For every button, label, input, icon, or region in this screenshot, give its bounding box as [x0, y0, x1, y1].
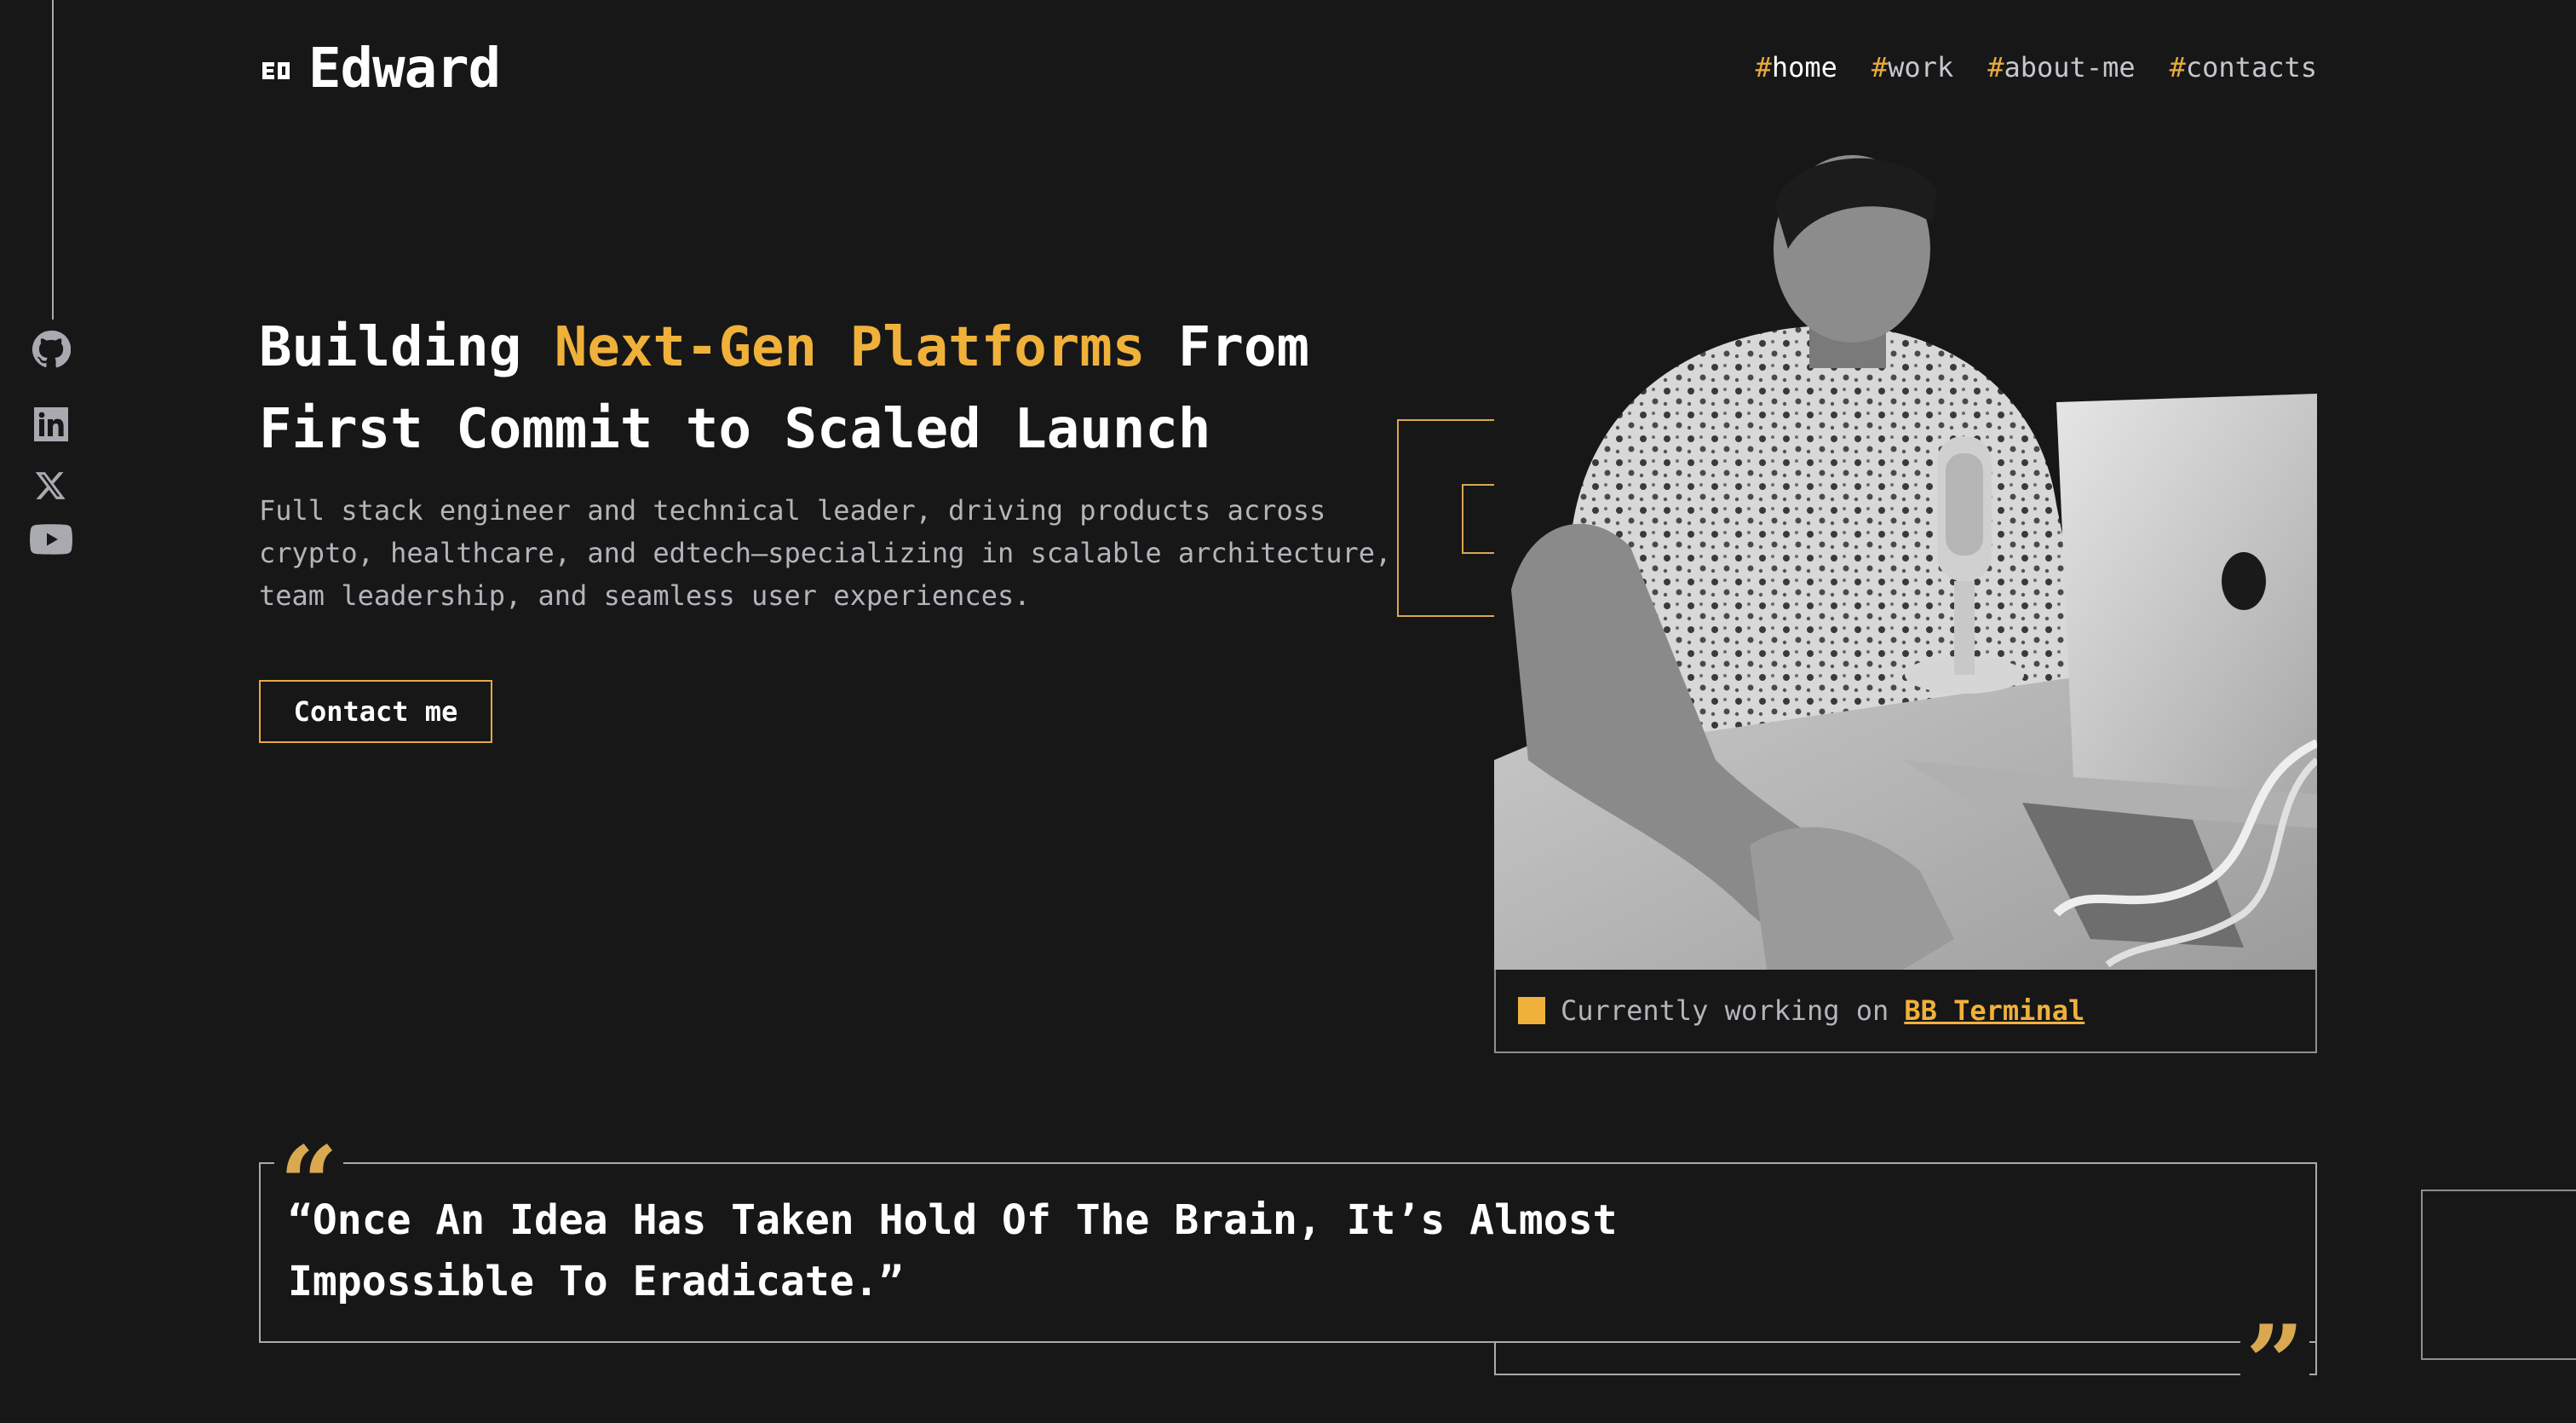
bb-terminal-link[interactable]: BB Terminal — [1904, 994, 2084, 1027]
profile-photo-image — [1494, 147, 2317, 970]
x-link[interactable] — [29, 465, 73, 506]
x-icon — [35, 472, 66, 499]
quote-text: “Once An Idea Has Taken Hold Of The Brai… — [288, 1196, 1618, 1305]
decorative-frame — [2421, 1190, 2576, 1360]
status-prefix: Currently working on — [1561, 994, 1889, 1027]
contact-me-button[interactable]: Contact me — [259, 680, 492, 743]
youtube-icon — [30, 524, 72, 555]
linkedin-icon — [34, 407, 68, 441]
current-project-status: Currently working on BB Terminal — [1494, 970, 2317, 1053]
logo-mark-icon — [262, 62, 290, 79]
github-link[interactable] — [29, 327, 73, 372]
github-icon — [32, 330, 71, 368]
brand-logo[interactable]: Edward — [259, 37, 501, 101]
nav-about-me[interactable]: #about-me — [1987, 51, 2135, 84]
quote-author-box — [1494, 1341, 2317, 1375]
nav-work[interactable]: #work — [1872, 51, 1953, 84]
brand-name: Edward — [308, 37, 501, 101]
youtube-link[interactable] — [29, 518, 73, 561]
nav-home[interactable]: #home — [1756, 51, 1837, 84]
profile-photo — [1494, 147, 2317, 970]
headline-accent: Next-Gen Platforms — [554, 316, 1146, 379]
hero-subtitle: Full stack engineer and technical leader… — [259, 494, 1392, 612]
social-rail-line — [52, 0, 54, 320]
close-quote-icon: ” — [2240, 1312, 2310, 1414]
hero-headline: Building Next-Gen Platforms From First C… — [259, 316, 1309, 461]
main-nav: #home #work #about-me #contacts — [1756, 51, 2317, 84]
linkedin-link[interactable] — [29, 402, 73, 446]
nav-contacts[interactable]: #contacts — [2170, 51, 2317, 84]
status-indicator — [1518, 997, 1545, 1024]
